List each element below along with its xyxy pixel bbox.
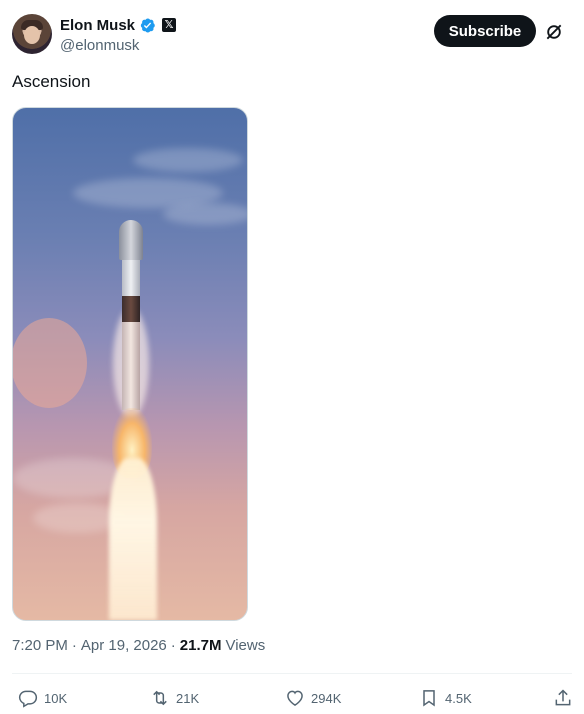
reply-count: 10K [44,690,68,706]
tweet-meta: 7:20 PM · Apr 19, 2026 · 21.7M Views [12,637,265,654]
x-logo-icon[interactable]: 𝕏 [162,18,177,32]
exhaust-trail [109,458,157,620]
like-button[interactable]: 294K [285,684,341,712]
views-label: Views [225,637,266,654]
author-names: Elon Musk 𝕏 @elonmusk [60,15,177,54]
tweet-media-image[interactable] [12,107,248,621]
bookmark-icon [423,690,435,707]
rocket-first-stage [122,322,140,410]
grok-icon[interactable] [544,22,564,42]
meta-separator: · [71,637,77,654]
rocket-fairing [119,220,143,260]
post-time[interactable]: 7:20 PM [12,637,68,654]
action-bar: 10K 21K 294K 4.5K [0,684,584,714]
rocket-interstage [122,296,140,322]
bookmark-count: 4.5K [445,690,472,706]
repost-icon [153,690,167,706]
subscribe-button[interactable]: Subscribe [434,15,536,47]
display-name[interactable]: Elon Musk [60,17,135,34]
author-handle[interactable]: @elonmusk [60,37,176,54]
rocket [119,220,143,410]
tweet-text: Ascension [12,72,91,91]
reply-button[interactable]: 10K [18,684,67,712]
post-date[interactable]: Apr 19, 2026 [81,637,167,654]
cloud [163,203,247,225]
cloud [133,148,243,172]
repost-count: 21K [176,690,200,706]
reply-icon [18,690,38,708]
divider [12,673,572,674]
repost-button[interactable]: 21K [150,684,199,712]
rocket-second-stage [122,260,140,296]
verified-badge-icon [140,18,155,32]
like-count: 294K [311,690,342,706]
avatar[interactable] [12,14,52,54]
heart-icon [287,690,303,706]
meta-separator: · [170,637,176,654]
share-button[interactable] [553,684,573,712]
lens-flare [13,318,87,408]
tweet-header: Elon Musk 𝕏 @elonmusk Subscribe [12,14,584,56]
name-row: Elon Musk 𝕏 [60,15,177,35]
views-count: 21.7M [179,637,222,654]
avatar-face [24,26,40,44]
bookmark-button[interactable]: 4.5K [419,684,472,712]
share-icon [555,689,571,706]
